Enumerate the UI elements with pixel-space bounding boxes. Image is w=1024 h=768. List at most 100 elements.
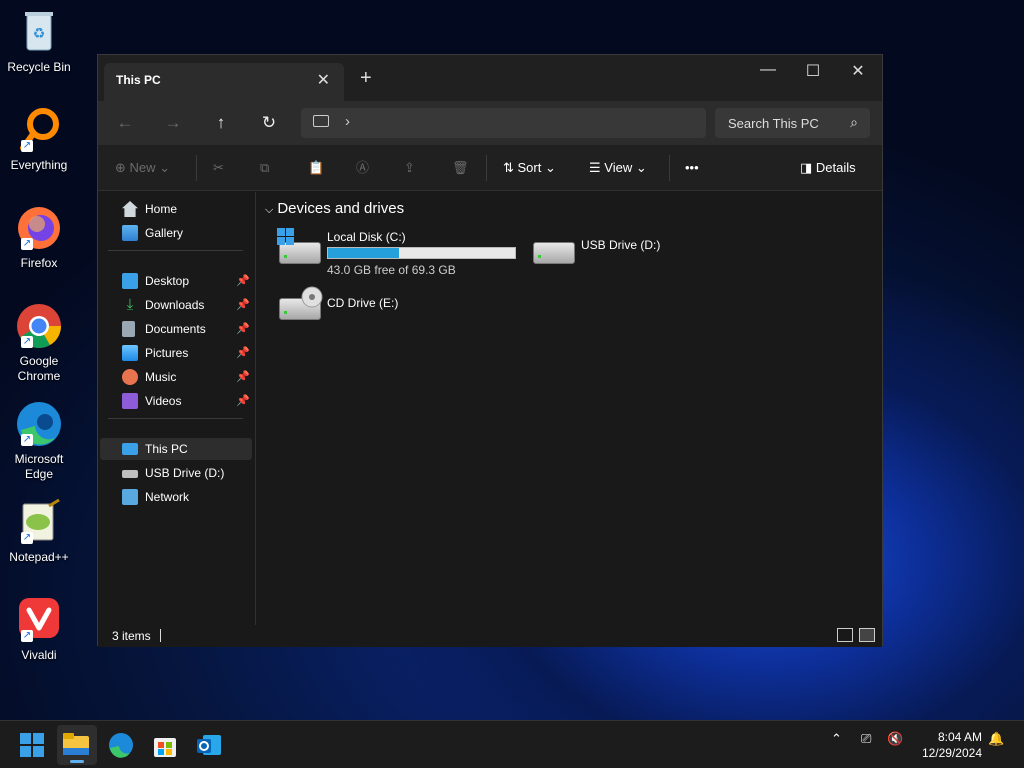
sort-button[interactable]: ⇅ Sort ⌄ bbox=[503, 157, 556, 179]
more-options-button[interactable]: ••• bbox=[685, 157, 699, 179]
desktop-icon-recycle-bin[interactable]: ♻ Recycle Bin bbox=[4, 8, 74, 75]
sidebar-item-usb-drive[interactable]: USB Drive (D:) bbox=[100, 462, 252, 484]
shortcut-arrow-icon: ↗ bbox=[21, 238, 33, 250]
close-tab-icon[interactable]: ✕ bbox=[317, 70, 330, 90]
notification-bell-icon[interactable]: 🔔 bbox=[988, 731, 1004, 747]
drive-item-e[interactable]: CD Drive (E:) bbox=[277, 284, 477, 334]
downloads-icon: ⤓ bbox=[126, 296, 134, 313]
chevron-down-icon: ⌵ bbox=[265, 204, 274, 216]
shortcut-arrow-icon: ↗ bbox=[21, 532, 33, 544]
delete-icon[interactable]: 🗑 bbox=[452, 157, 469, 179]
notepadpp-icon: ↗ bbox=[15, 498, 63, 546]
breadcrumb[interactable]: › bbox=[301, 108, 706, 138]
pin-icon[interactable]: 📌 bbox=[236, 366, 250, 388]
sidebar-item-label: Pictures bbox=[145, 346, 189, 360]
shortcut-arrow-icon: ↗ bbox=[21, 140, 33, 152]
desktop-icon-label: Firefox bbox=[20, 256, 58, 270]
address-bar: ← → ↑ ↻ › Search This PC ⌕ bbox=[98, 101, 882, 145]
sidebar-item-videos[interactable]: Videos 📌 bbox=[100, 390, 252, 412]
details-view-icon[interactable] bbox=[837, 628, 853, 642]
sidebar-item-documents[interactable]: Documents 📌 bbox=[100, 318, 252, 340]
view-button[interactable]: ☰ View ⌄ bbox=[589, 157, 647, 179]
drive-name: USB Drive (D:) bbox=[581, 238, 661, 252]
cut-icon[interactable]: ✂ bbox=[213, 157, 224, 179]
search-input[interactable]: Search This PC ⌕ bbox=[715, 108, 870, 138]
desktop-icon-edge[interactable]: ↗ Microsoft Edge bbox=[4, 400, 74, 482]
back-button[interactable]: ← bbox=[113, 111, 137, 135]
desktop-icon-label: Google Chrome bbox=[17, 354, 61, 383]
copy-icon[interactable]: ⧉ bbox=[260, 157, 269, 179]
group-header[interactable]: ⌵ Devices and drives bbox=[265, 200, 404, 217]
clock-date: 12/29/2024 bbox=[921, 746, 982, 760]
sidebar-item-label: Videos bbox=[145, 394, 182, 408]
sidebar-item-label: Music bbox=[145, 370, 177, 384]
up-button[interactable]: ↑ bbox=[209, 111, 233, 135]
outlook-icon[interactable] bbox=[195, 731, 223, 759]
shortcut-arrow-icon: ↗ bbox=[21, 630, 33, 642]
pin-icon[interactable]: 📌 bbox=[236, 390, 250, 412]
toolbar-divider bbox=[196, 155, 197, 181]
forward-button[interactable]: → bbox=[161, 111, 185, 135]
clock[interactable]: 8:04 AM 12/29/2024 bbox=[912, 729, 982, 761]
pin-icon[interactable]: 📌 bbox=[236, 318, 250, 340]
new-tab-button[interactable]: + bbox=[360, 67, 372, 90]
sidebar-item-home[interactable]: Home bbox=[100, 198, 252, 220]
toolbar-divider bbox=[486, 155, 487, 181]
close-window-button[interactable]: ✕ bbox=[838, 61, 878, 85]
chevron-right-icon[interactable]: › bbox=[345, 113, 350, 130]
videos-icon bbox=[122, 393, 138, 409]
title-bar: This PC ✕ + — ☐ ✕ bbox=[98, 55, 882, 101]
sidebar-divider bbox=[108, 250, 243, 251]
rename-icon[interactable]: Ⓐ bbox=[356, 157, 369, 179]
sidebar-item-network[interactable]: Network bbox=[100, 486, 252, 508]
sidebar-item-gallery[interactable]: Gallery bbox=[100, 222, 252, 244]
drive-item-d[interactable]: USB Drive (D:) bbox=[531, 228, 751, 278]
network-status-icon[interactable]: ⎚ bbox=[861, 731, 871, 747]
everything-icon: ↗ bbox=[15, 106, 63, 154]
this-pc-icon bbox=[122, 443, 138, 455]
desktop-icon-label: Everything bbox=[10, 158, 68, 172]
drive-led bbox=[538, 255, 541, 258]
sidebar-item-label: This PC bbox=[145, 442, 188, 456]
file-explorer-taskbar-button[interactable] bbox=[57, 725, 97, 765]
desktop-icon-notepadpp[interactable]: ↗ Notepad++ bbox=[4, 498, 74, 565]
sidebar-item-music[interactable]: Music 📌 bbox=[100, 366, 252, 388]
paste-icon[interactable]: 📋 bbox=[308, 157, 324, 179]
sidebar-item-desktop[interactable]: Desktop 📌 bbox=[100, 270, 252, 292]
pin-icon[interactable]: 📌 bbox=[236, 270, 250, 292]
microsoft-store-icon[interactable] bbox=[151, 731, 179, 759]
desktop-icon-vivaldi[interactable]: ↗ Vivaldi bbox=[4, 596, 74, 663]
pin-icon[interactable]: 📌 bbox=[236, 342, 250, 364]
drive-item-c[interactable]: Local Disk (C:) 43.0 GB free of 69.3 GB bbox=[277, 228, 517, 278]
status-divider bbox=[160, 629, 161, 642]
refresh-button[interactable]: ↻ bbox=[257, 111, 281, 135]
toolbar-divider bbox=[669, 155, 670, 181]
start-button-icon[interactable] bbox=[18, 731, 46, 759]
sidebar-item-pictures[interactable]: Pictures 📌 bbox=[100, 342, 252, 364]
pin-icon[interactable]: 📌 bbox=[236, 294, 250, 316]
desktop-icon-firefox[interactable]: ↗ Firefox bbox=[4, 204, 74, 271]
details-button[interactable]: ◨ Details bbox=[800, 157, 856, 179]
desktop-icon-everything[interactable]: ↗ Everything bbox=[4, 106, 74, 173]
drive-led bbox=[284, 311, 287, 314]
shortcut-arrow-icon: ↗ bbox=[21, 336, 33, 348]
large-icons-view-icon[interactable] bbox=[859, 628, 875, 642]
share-icon[interactable]: ⇪ bbox=[404, 157, 415, 179]
sidebar-item-label: Network bbox=[145, 490, 190, 504]
command-bar: ⊕ New ⌄ ✂ ⧉ 📋 Ⓐ ⇪ 🗑 ⇅ Sort ⌄ ☰ View ⌄ ••… bbox=[98, 145, 882, 191]
sidebar-item-downloads[interactable]: ⤓ Downloads 📌 bbox=[100, 294, 252, 316]
desktop-icon-label: Notepad++ bbox=[9, 550, 69, 564]
minimize-button[interactable]: — bbox=[748, 61, 788, 85]
tab-this-pc[interactable]: This PC ✕ bbox=[104, 63, 344, 101]
item-count: 3 items bbox=[112, 629, 151, 643]
chevron-up-icon[interactable]: ⌃ bbox=[831, 731, 842, 747]
new-button[interactable]: ⊕ New ⌄ bbox=[115, 157, 170, 179]
edge-icon[interactable] bbox=[107, 731, 135, 759]
maximize-button[interactable]: ☐ bbox=[793, 61, 833, 85]
volume-muted-icon[interactable]: 🔇 bbox=[887, 731, 903, 747]
desktop-icon-chrome[interactable]: ↗ Google Chrome bbox=[4, 302, 74, 384]
sidebar-item-this-pc[interactable]: This PC bbox=[100, 438, 252, 460]
desktop-icon-label: Vivaldi bbox=[21, 648, 57, 662]
gallery-icon bbox=[122, 225, 138, 241]
drive-led bbox=[284, 255, 287, 258]
